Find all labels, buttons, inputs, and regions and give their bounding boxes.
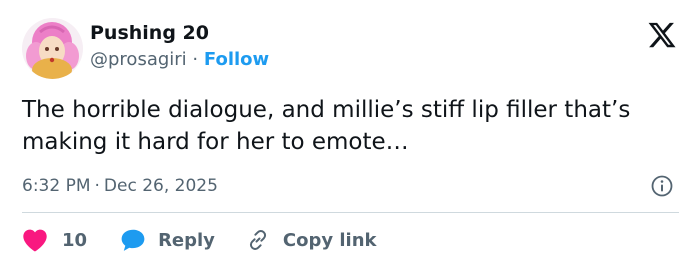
x-logo-icon[interactable]: [645, 20, 679, 50]
timestamp-separator: ·: [94, 176, 100, 196]
reply-label: Reply: [158, 229, 215, 251]
tweet-date: Dec 26, 2025: [103, 176, 218, 196]
reply-button[interactable]: Reply: [120, 228, 215, 252]
follow-button[interactable]: Follow: [204, 49, 269, 70]
avatar-image: [22, 18, 83, 79]
display-name[interactable]: Pushing 20: [90, 22, 209, 44]
link-icon: [249, 230, 266, 250]
divider: [22, 212, 679, 213]
tweet-time: 6:32 PM: [22, 176, 91, 196]
handle-separator: ·: [192, 49, 199, 70]
heart-icon: [23, 229, 47, 252]
copy-link-button[interactable]: Copy link: [245, 228, 377, 252]
info-icon[interactable]: [650, 174, 674, 198]
speech-bubble-icon: [121, 229, 145, 251]
timestamp[interactable]: 6:32 PM · Dec 26, 2025: [22, 176, 218, 196]
copy-link-label: Copy link: [282, 229, 377, 251]
handle[interactable]: @prosagiri: [90, 49, 187, 70]
tweet-card: Pushing 20 @prosagiri · Follow The horri…: [0, 0, 700, 265]
avatar[interactable]: [22, 18, 83, 79]
tweet-text: The horrible dialogue, and millie’s stif…: [22, 97, 631, 155]
like-count: 10: [62, 229, 88, 251]
like-button[interactable]: 10: [22, 228, 87, 252]
handle-row: @prosagiri · Follow: [90, 49, 269, 70]
action-bar: 10 Reply Copy link: [22, 225, 377, 255]
